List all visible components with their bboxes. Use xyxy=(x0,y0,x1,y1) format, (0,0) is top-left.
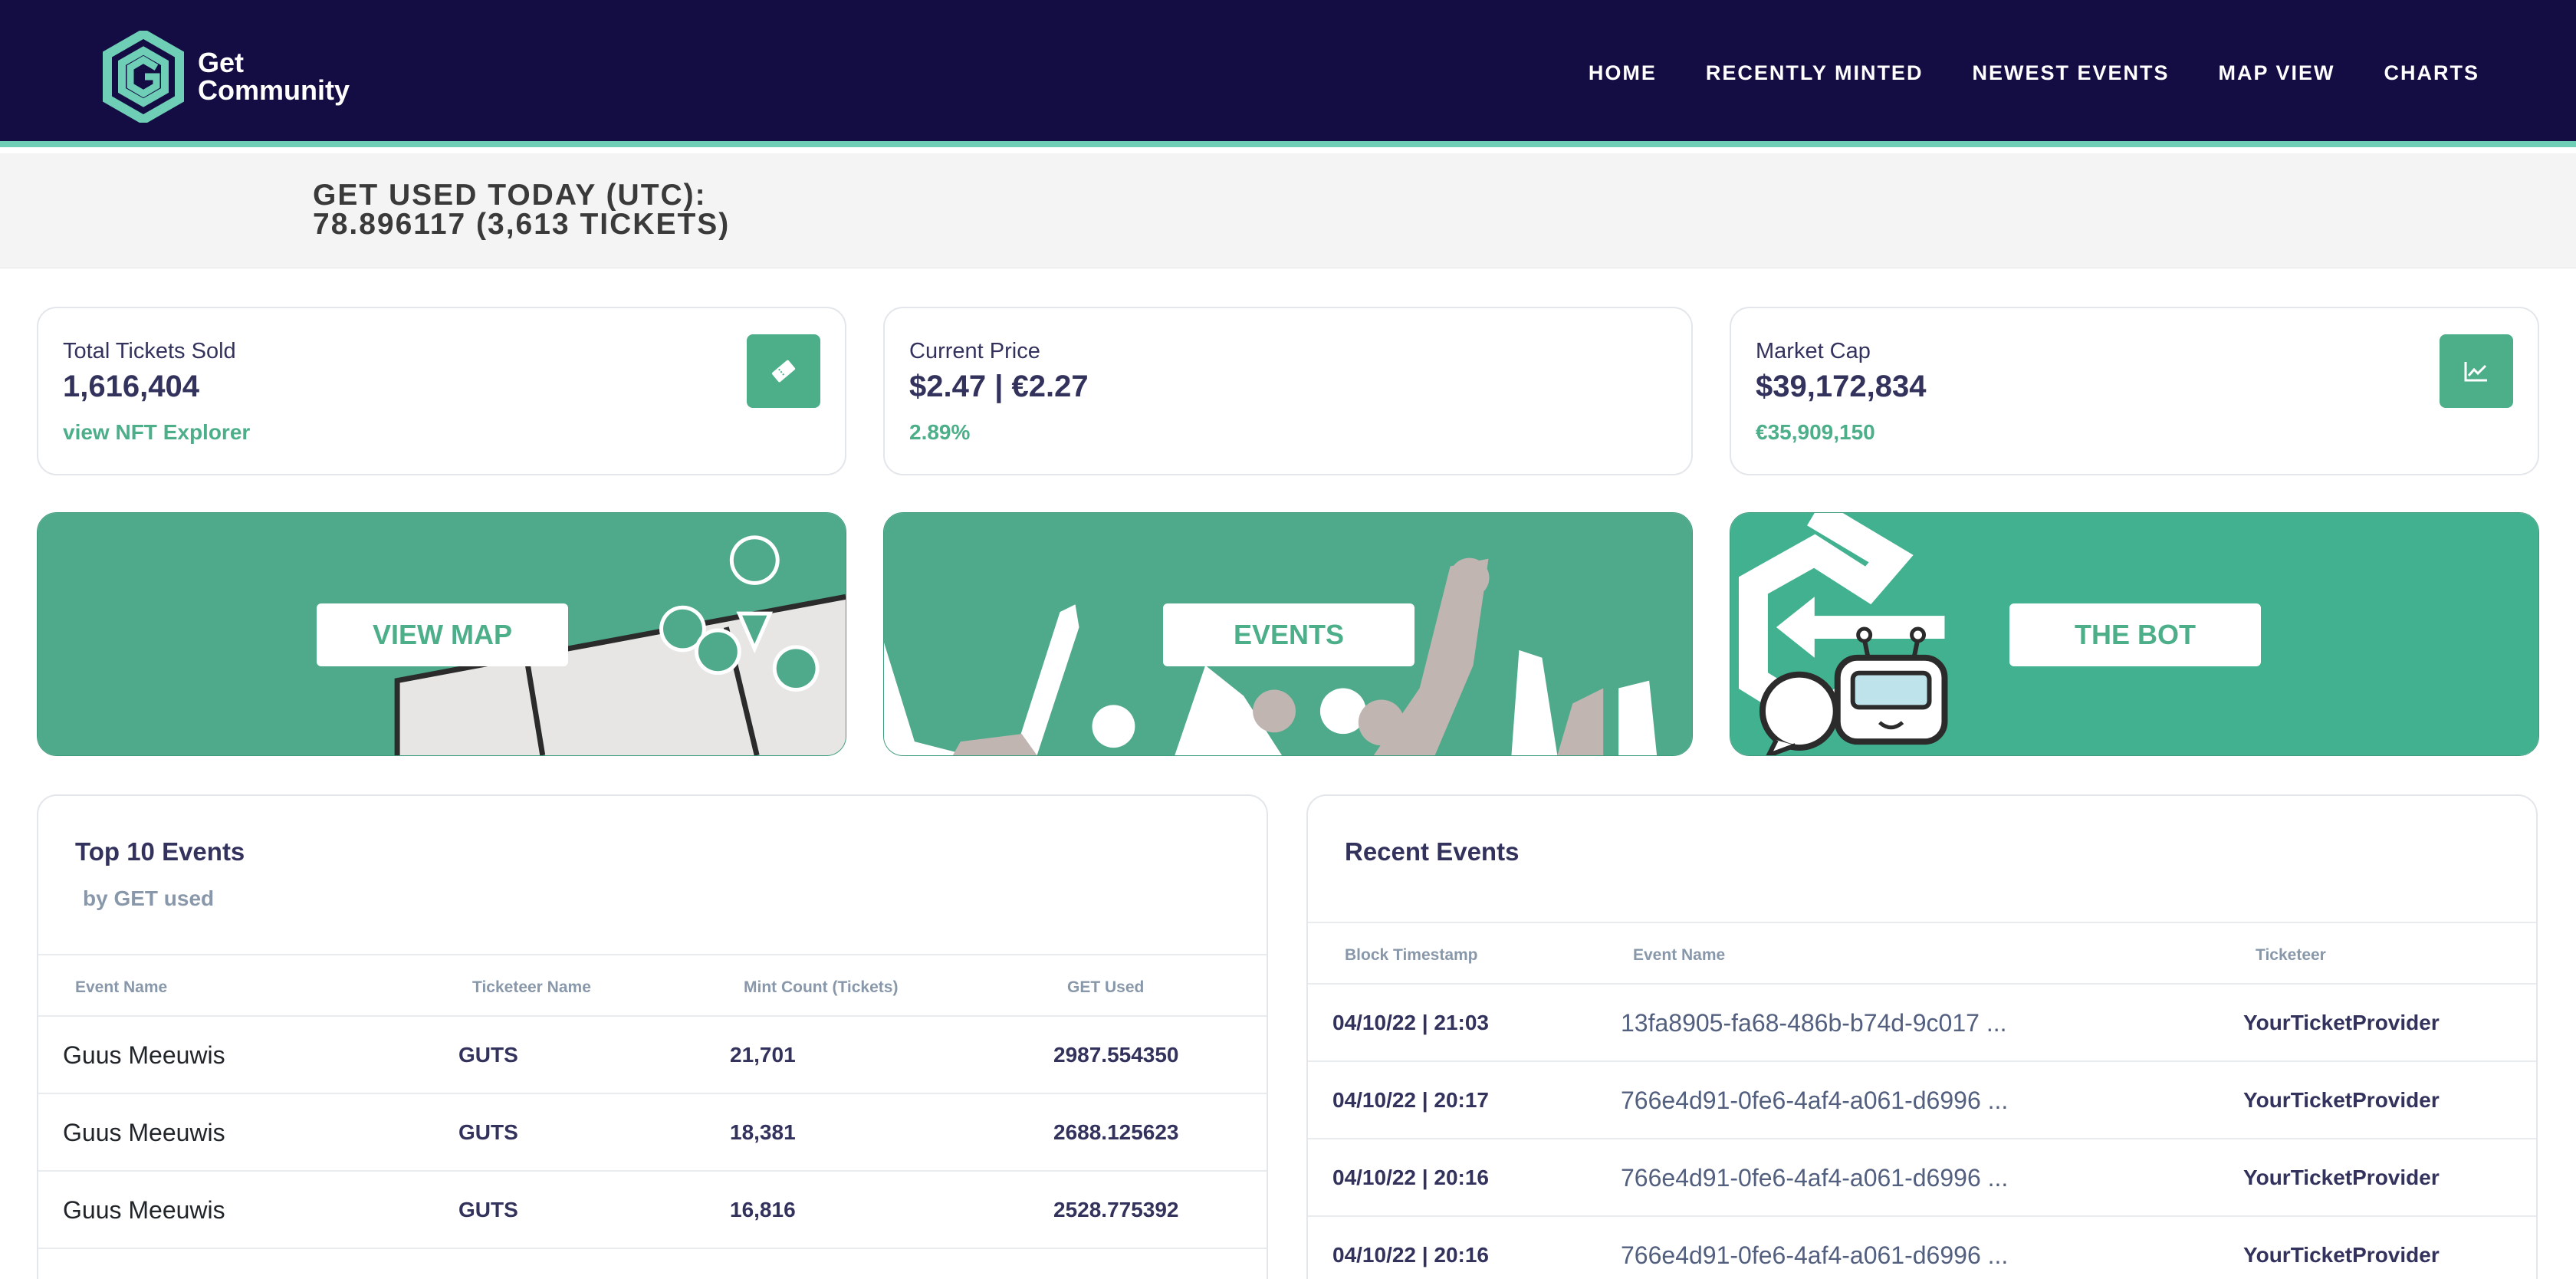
get-used-cell: 2987.554350 xyxy=(1053,1043,1179,1067)
market-cap-value: $39,172,834 xyxy=(1756,370,1927,403)
event-name-cell: Guus Meeuwis xyxy=(63,1041,225,1069)
ticket-icon xyxy=(747,334,820,408)
total-tickets-value: 1,616,404 xyxy=(63,370,199,403)
event-name-cell[interactable]: 766e4d91-0fe6-4af4-a061-d6996 ... xyxy=(1621,1164,2008,1192)
table-row[interactable]: 04/10/22 | 20:16 766e4d91-0fe6-4af4-a061… xyxy=(1308,1139,2536,1217)
top-10-table-header: Event Name Ticketeer Name Mint Count (Ti… xyxy=(38,954,1267,1017)
nav-map-view[interactable]: MAP VIEW xyxy=(2218,61,2334,85)
brand-line-2: Community xyxy=(198,74,350,106)
recent-table-header: Block Timestamp Event Name Ticketeer xyxy=(1308,922,2536,985)
table-row[interactable]: 04/10/22 | 20:16 766e4d91-0fe6-4af4-a061… xyxy=(1308,1217,2536,1279)
current-price-title: Current Price xyxy=(909,339,1040,363)
ticketeer-cell: GUTS xyxy=(458,1043,518,1067)
market-cap-eur: €35,909,150 xyxy=(1756,420,1875,444)
event-name-cell[interactable]: 13fa8905-fa68-486b-b74d-9c017 ... xyxy=(1621,1009,2007,1037)
timestamp-cell: 04/10/22 | 20:16 xyxy=(1332,1243,1489,1267)
get-used-today-value: 78.896117 (3,613 TICKETS) xyxy=(313,208,731,241)
view-map-banner[interactable]: VIEW MAP xyxy=(37,512,846,756)
get-used-today-text: GET USED TODAY (UTC): 78.896117 (3,613 T… xyxy=(313,179,731,241)
price-change-percent: 2.89% xyxy=(909,420,971,444)
total-tickets-card: Total Tickets Sold 1,616,404 view NFT Ex… xyxy=(37,307,846,475)
events-banner[interactable]: EVENTS xyxy=(883,512,1693,756)
top-navbar: Get Community HOME RECENTLY MINTED NEWES… xyxy=(0,0,2576,147)
table-row[interactable]: Guus Meeuwis GUTS 16,816 2528.775392 xyxy=(38,1172,1267,1249)
ticketeer-cell: YourTicketProvider xyxy=(2243,1088,2440,1112)
table-row[interactable]: Guus Meeuwis GUTS 18,381 2688.125623 xyxy=(38,1094,1267,1172)
main-nav: HOME RECENTLY MINTED NEWEST EVENTS MAP V… xyxy=(1539,61,2479,85)
brand-name: Get Community xyxy=(198,49,350,104)
nav-recently-minted[interactable]: RECENTLY MINTED xyxy=(1706,61,1924,85)
nav-home[interactable]: HOME xyxy=(1589,61,1657,85)
get-used-today-label: GET USED TODAY (UTC): xyxy=(313,179,707,212)
market-cap-title: Market Cap xyxy=(1756,339,1871,363)
total-tickets-title: Total Tickets Sold xyxy=(63,339,236,363)
chart-line-icon xyxy=(2440,334,2513,408)
ticketeer-cell: GUTS xyxy=(458,1198,518,1221)
event-name-cell[interactable]: 766e4d91-0fe6-4af4-a061-d6996 ... xyxy=(1621,1241,2008,1270)
mint-count-cell: 21,701 xyxy=(730,1043,796,1067)
table-row[interactable]: Guus Meeuwis GUTS 21,701 2987.554350 xyxy=(38,1017,1267,1094)
th-block-timestamp[interactable]: Block Timestamp xyxy=(1345,946,1478,965)
th-event-name[interactable]: Event Name xyxy=(1633,946,1725,965)
top-10-events-panel: Top 10 Events by GET used Event Name Tic… xyxy=(37,794,1268,1279)
event-name-cell[interactable]: 766e4d91-0fe6-4af4-a061-d6996 ... xyxy=(1621,1087,2008,1115)
mint-count-cell: 16,816 xyxy=(730,1198,796,1221)
timestamp-cell: 04/10/22 | 21:03 xyxy=(1332,1011,1489,1034)
get-used-cell: 2528.775392 xyxy=(1053,1198,1179,1221)
view-nft-explorer-link[interactable]: view NFT Explorer xyxy=(63,420,250,445)
th-ticketeer-name[interactable]: Ticketeer Name xyxy=(472,978,591,997)
event-name-cell: Guus Meeuwis xyxy=(63,1196,225,1224)
recent-events-panel: Recent Events Block Timestamp Event Name… xyxy=(1306,794,2538,1279)
mint-count-cell: 18,381 xyxy=(730,1120,796,1144)
get-used-today-bar: GET USED TODAY (UTC): 78.896117 (3,613 T… xyxy=(0,153,2576,268)
th-ticketeer[interactable]: Ticketeer xyxy=(2256,946,2326,965)
view-map-button[interactable]: VIEW MAP xyxy=(317,603,568,666)
th-mint-count[interactable]: Mint Count (Tickets) xyxy=(744,978,898,997)
nav-charts[interactable]: CHARTS xyxy=(2384,61,2480,85)
event-name-cell: Guus Meeuwis xyxy=(63,1119,225,1146)
the-bot-banner[interactable]: THE BOT xyxy=(1730,512,2539,756)
table-row[interactable]: 04/10/22 | 21:03 13fa8905-fa68-486b-b74d… xyxy=(1308,985,2536,1062)
get-used-cell: 2688.125623 xyxy=(1053,1120,1179,1144)
ticketeer-cell: YourTicketProvider xyxy=(2243,1011,2440,1034)
market-cap-card: Market Cap $39,172,834 €35,909,150 xyxy=(1730,307,2539,475)
ticketeer-cell: YourTicketProvider xyxy=(2243,1243,2440,1267)
th-get-used[interactable]: GET Used xyxy=(1067,978,1144,997)
th-event-name[interactable]: Event Name xyxy=(75,978,167,997)
top-10-events-title: Top 10 Events xyxy=(75,837,245,866)
timestamp-cell: 04/10/22 | 20:16 xyxy=(1332,1166,1489,1189)
current-price-card: Current Price $2.47 | €2.27 2.89% xyxy=(883,307,1693,475)
table-row[interactable]: 04/10/22 | 20:17 766e4d91-0fe6-4af4-a061… xyxy=(1308,1062,2536,1139)
ticketeer-cell: GUTS xyxy=(458,1120,518,1144)
ticketeer-cell: YourTicketProvider xyxy=(2243,1166,2440,1189)
events-button[interactable]: EVENTS xyxy=(1163,603,1414,666)
top-10-events-subtitle: by GET used xyxy=(83,886,215,910)
timestamp-cell: 04/10/22 | 20:17 xyxy=(1332,1088,1489,1112)
the-bot-button[interactable]: THE BOT xyxy=(2009,603,2261,666)
brand-line-1: Get xyxy=(198,47,245,78)
current-price-value: $2.47 | €2.27 xyxy=(909,370,1089,403)
nav-newest-events[interactable]: NEWEST EVENTS xyxy=(1972,61,2169,85)
brand-logo-link[interactable]: Get Community xyxy=(103,31,350,123)
recent-events-title: Recent Events xyxy=(1345,837,1520,866)
get-hexagon-logo-icon xyxy=(103,31,184,123)
